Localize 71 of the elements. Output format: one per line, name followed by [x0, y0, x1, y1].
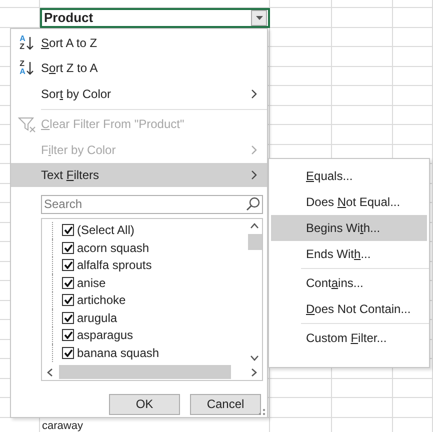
table-cell [270, 66, 332, 86]
cancel-button[interactable]: Cancel [190, 394, 261, 414]
menu-item[interactable]: Z A Sort Z to A [11, 56, 267, 81]
table-cell [393, 66, 433, 86]
chevron-right-icon [251, 144, 257, 155]
checkbox[interactable] [62, 312, 74, 324]
list-item-label: asparagus [77, 328, 134, 342]
checkbox[interactable] [62, 329, 74, 342]
table-cell [332, 398, 393, 418]
list-item-label: anise [77, 276, 106, 290]
table-cell [393, 106, 433, 125]
table-cell [332, 28, 393, 47]
ok-button[interactable]: OK [109, 394, 180, 414]
table-cell [270, 28, 332, 47]
scroll-down-icon [250, 354, 259, 360]
checkbox[interactable] [62, 224, 74, 236]
table-cell [270, 86, 332, 106]
table-cell [332, 47, 393, 66]
scroll-thumb[interactable] [59, 365, 231, 379]
checkbox[interactable] [62, 294, 74, 306]
checkbox[interactable] [62, 259, 74, 272]
checkbox[interactable] [62, 276, 74, 289]
table-cell: caraway [42, 420, 83, 432]
resize-grip-icon [259, 409, 265, 415]
filter-dropdown-button[interactable] [251, 10, 267, 26]
table-cell [393, 8, 433, 28]
menu-item[interactable]: Ends With... [269, 241, 429, 267]
scroll-thumb[interactable] [248, 234, 262, 250]
table-cell [332, 66, 393, 86]
menu-item[interactable]: Sort by Color [11, 81, 267, 106]
scroll-left-icon [47, 368, 53, 376]
table-cell [393, 86, 433, 106]
list-item-label: alfalfa sprouts [77, 258, 152, 272]
checkbox[interactable] [62, 346, 74, 359]
table-cell [393, 398, 433, 418]
clear-filter-icon [18, 116, 36, 133]
menu-item[interactable]: Custom Filter... [269, 325, 429, 351]
table-cell [332, 86, 393, 106]
header-cell-text: Product [44, 10, 94, 26]
menu-item[interactable]: Begins With... [271, 215, 427, 241]
menu-item[interactable]: Contains... [269, 270, 429, 296]
chevron-right-icon [251, 88, 257, 99]
table-cell [393, 378, 433, 398]
menu-item[interactable]: Text Filters [11, 162, 267, 186]
list-item-label: (Select All) [77, 223, 134, 238]
list-item-label: artichoke [77, 293, 126, 308]
table-cell [270, 47, 332, 66]
table-cell [393, 28, 433, 47]
table-cell [332, 378, 393, 398]
scroll-up-icon [250, 222, 259, 228]
chevron-right-icon [251, 170, 257, 180]
scroll-right-icon [251, 368, 257, 376]
checkbox[interactable] [62, 242, 74, 254]
table-cell [393, 47, 433, 66]
menu-item[interactable]: A Z Sort A to Z [11, 30, 267, 56]
table-cell [332, 8, 393, 28]
list-item-label: arugula [77, 310, 118, 325]
menu-item[interactable]: Does Not Contain... [269, 296, 429, 322]
list-item-label: banana squash [77, 346, 160, 360]
table-cell [270, 8, 332, 28]
table-cell [332, 106, 393, 125]
table-cell [393, 125, 433, 144]
caret-icon [256, 16, 262, 20]
menu-item[interactable]: Does Not Equal... [269, 189, 429, 215]
table-cell [270, 398, 332, 418]
search-field[interactable]: Search [41, 194, 263, 214]
search-icon [246, 196, 260, 210]
list-item-label: acorn squash [77, 240, 150, 255]
table-cell [270, 378, 332, 398]
menu-item[interactable]: Equals... [269, 163, 429, 189]
table-cell [270, 106, 332, 125]
